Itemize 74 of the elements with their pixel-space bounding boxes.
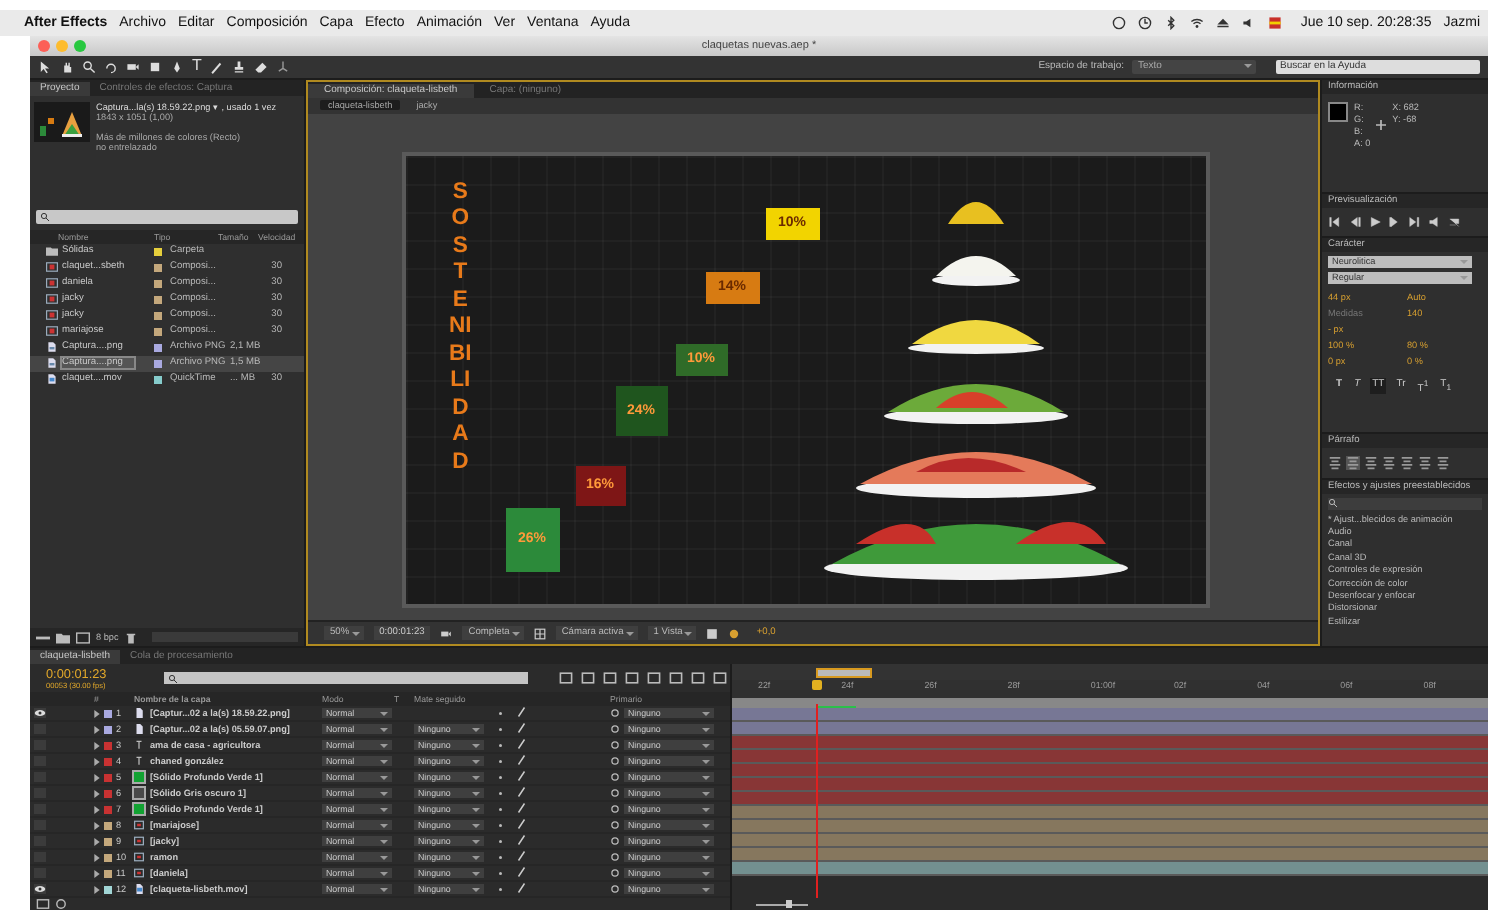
file-icon (46, 342, 58, 353)
project-search-field[interactable] (36, 209, 298, 224)
effects-search-field[interactable] (1328, 497, 1482, 510)
label-color[interactable] (104, 741, 112, 749)
playhead-handle[interactable] (812, 680, 822, 690)
search-icon[interactable] (82, 59, 96, 74)
composition-icon (134, 852, 144, 862)
speaker-icon[interactable] (1428, 215, 1442, 228)
composition-icon (46, 278, 58, 289)
composition-icon (134, 836, 144, 846)
text-layer-icon (134, 756, 144, 766)
composition-icon (46, 262, 58, 273)
flag-icon[interactable] (1268, 16, 1283, 30)
wifi-icon[interactable] (1190, 16, 1205, 30)
align-icon[interactable] (1382, 455, 1396, 470)
align-icon[interactable] (1346, 455, 1360, 470)
previous-frame-icon[interactable] (1348, 215, 1362, 228)
align-icon[interactable] (1364, 455, 1378, 470)
play-icon[interactable] (1368, 215, 1382, 228)
layout-icon[interactable] (706, 627, 719, 639)
label-color[interactable] (104, 805, 112, 813)
clock-icon[interactable] (1138, 16, 1153, 30)
search-icon (1328, 498, 1338, 509)
align-icon[interactable] (1418, 455, 1432, 470)
visibility-toggle[interactable] (34, 884, 46, 894)
label-color[interactable] (104, 725, 112, 733)
slide-title: SOSTENIBILIDAD (449, 179, 472, 478)
label-color[interactable] (104, 821, 112, 829)
last-frame-icon[interactable] (1408, 215, 1422, 228)
first-frame-icon[interactable] (1328, 215, 1342, 228)
hand-icon[interactable] (60, 59, 74, 74)
next-frame-icon[interactable] (1388, 215, 1402, 228)
label-color[interactable] (104, 869, 112, 877)
text-layer-icon (134, 740, 144, 750)
visibility-toggle[interactable] (34, 708, 46, 718)
grid-icon[interactable] (533, 627, 546, 639)
film-icon (46, 374, 58, 385)
arrow-icon[interactable] (38, 59, 52, 74)
text-tool[interactable]: T (192, 58, 202, 75)
align-icon[interactable] (1328, 455, 1342, 470)
composition-icon (46, 310, 58, 321)
pen-icon[interactable] (170, 59, 184, 74)
bluetooth-icon[interactable] (1164, 16, 1179, 30)
label-color[interactable] (104, 885, 112, 893)
layer-search-field[interactable] (164, 672, 528, 684)
exposure-icon[interactable] (728, 627, 741, 639)
align-icon[interactable] (1400, 455, 1414, 470)
composition-icon (46, 326, 58, 337)
composition-icon[interactable] (76, 631, 90, 643)
composition-icon (134, 820, 144, 830)
eject-icon[interactable] (1216, 16, 1231, 30)
crosshair-icon (1376, 119, 1387, 130)
slider-thumb[interactable] (785, 900, 792, 908)
status-circle-icon[interactable] (1112, 16, 1127, 30)
label-color[interactable] (104, 757, 112, 765)
stamp-icon[interactable] (231, 59, 246, 74)
label-color[interactable] (104, 853, 112, 861)
camera-icon[interactable] (440, 627, 453, 639)
label-color[interactable] (104, 789, 112, 797)
align-icon[interactable] (1436, 455, 1450, 470)
search-icon (168, 673, 178, 683)
rotate-icon[interactable] (104, 59, 118, 74)
rectangle-icon[interactable] (148, 59, 162, 74)
trash-icon[interactable] (124, 631, 139, 643)
composition-icon (134, 868, 144, 878)
file-icon (46, 358, 58, 369)
composition-icon (46, 294, 58, 305)
search-icon (40, 211, 50, 222)
pin-icon[interactable] (275, 59, 290, 74)
color-swatch (1328, 101, 1348, 122)
film-icon (134, 884, 144, 894)
label-color[interactable] (104, 773, 112, 781)
label-color[interactable] (104, 709, 112, 717)
label-color[interactable] (104, 837, 112, 845)
